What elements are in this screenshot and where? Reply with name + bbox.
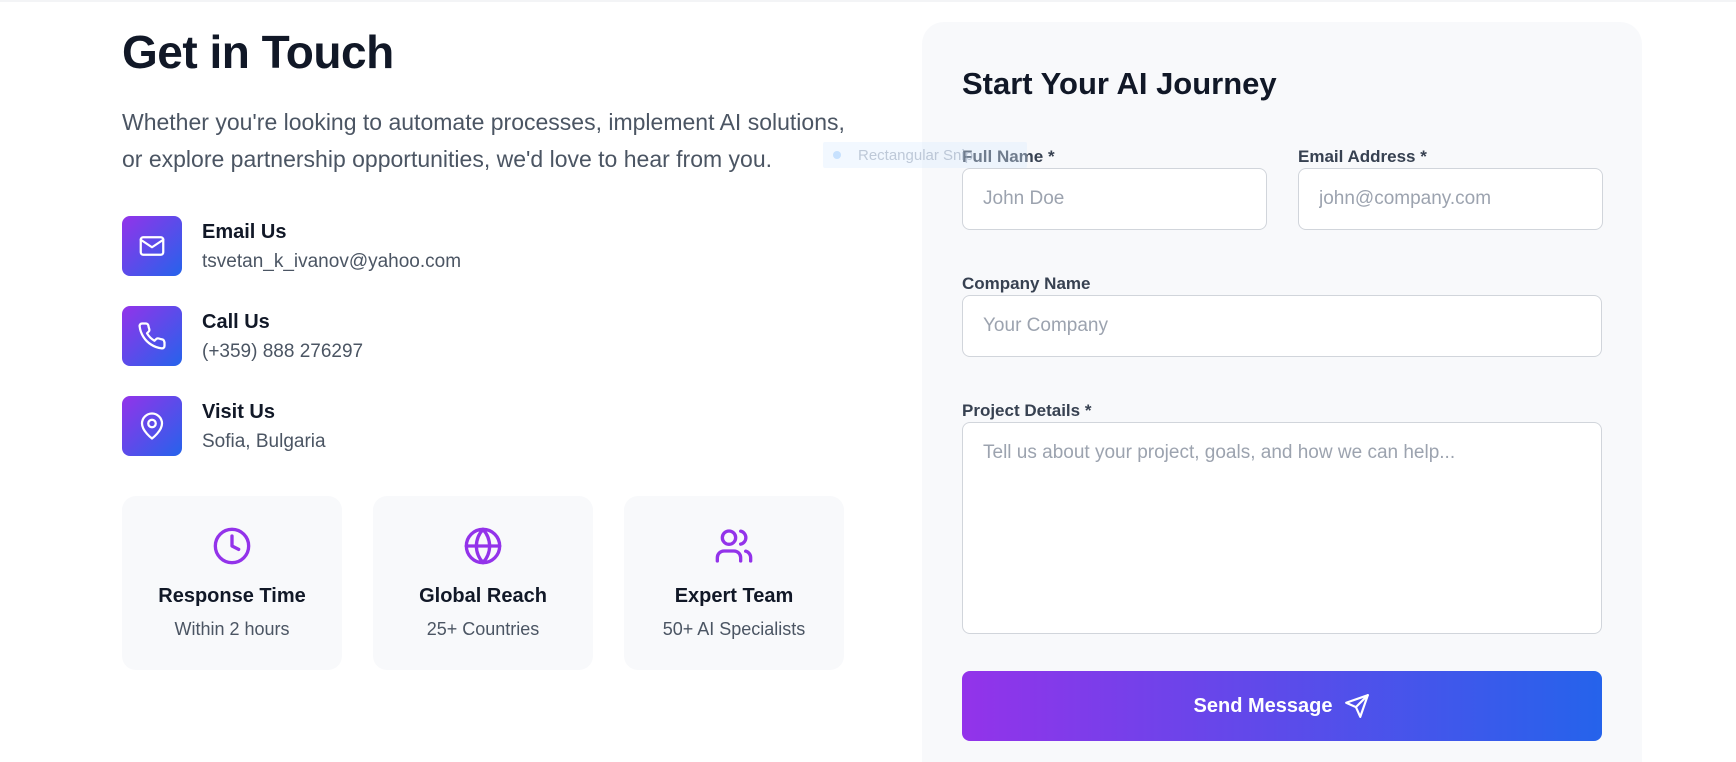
globe-icon (464, 527, 502, 565)
contact-phone-value[interactable]: (+359) 888 276297 (202, 340, 363, 364)
send-icon (1345, 694, 1370, 718)
email-label: Email Address * (1298, 147, 1427, 166)
feature-card-expert-team: Expert Team 50+ AI Specialists (624, 496, 844, 670)
phone-icon (122, 306, 182, 366)
contact-email-value[interactable]: tsvetan_k_ivanov@yahoo.com (202, 250, 461, 274)
feature-card-global-reach: Global Reach 25+ Countries (373, 496, 593, 670)
contact-phone: Call Us (+359) 888 276297 (122, 306, 722, 366)
form-title: Start Your AI Journey (962, 66, 1277, 101)
users-icon (715, 529, 753, 563)
snip-dot-icon (833, 151, 841, 159)
contact-form-card: Start Your AI Journey Full Name * Email … (922, 22, 1642, 762)
company-input[interactable] (962, 295, 1602, 357)
contact-location-label: Visit Us (202, 401, 275, 423)
send-message-button[interactable]: Send Message (962, 671, 1602, 741)
full-name-input[interactable] (962, 168, 1267, 230)
contact-location: Visit Us Sofia, Bulgaria (122, 396, 722, 456)
top-divider (0, 0, 1736, 2)
project-details-label: Project Details * (962, 401, 1092, 420)
contact-location-value: Sofia, Bulgaria (202, 431, 326, 452)
intro-text: Whether you're looking to automate proce… (122, 109, 845, 172)
snip-overlay-label: Rectangular Snip (823, 142, 1027, 168)
feature-subtitle: Within 2 hours (174, 619, 290, 639)
contact-phone-label: Call Us (202, 311, 270, 333)
contact-email-label: Email Us (202, 221, 287, 243)
map-pin-icon (122, 396, 182, 456)
mail-icon (122, 216, 182, 276)
snip-overlay-text: Rectangular Snip (858, 147, 974, 164)
feature-title: Global Reach (419, 585, 547, 607)
clock-icon (213, 527, 251, 565)
feature-subtitle: 25+ Countries (426, 619, 540, 639)
feature-card-response-time: Response Time Within 2 hours (122, 496, 342, 670)
contact-email: Email Us tsvetan_k_ivanov@yahoo.com (122, 216, 722, 276)
email-input[interactable] (1298, 168, 1603, 230)
feature-title: Expert Team (674, 585, 794, 607)
project-details-textarea[interactable] (962, 422, 1602, 634)
company-label: Company Name (962, 274, 1091, 293)
feature-title: Response Time (158, 585, 306, 607)
feature-subtitle: 50+ AI Specialists (662, 619, 806, 639)
page-title: Get in Touch (122, 26, 394, 78)
send-message-label: Send Message (1193, 694, 1333, 717)
